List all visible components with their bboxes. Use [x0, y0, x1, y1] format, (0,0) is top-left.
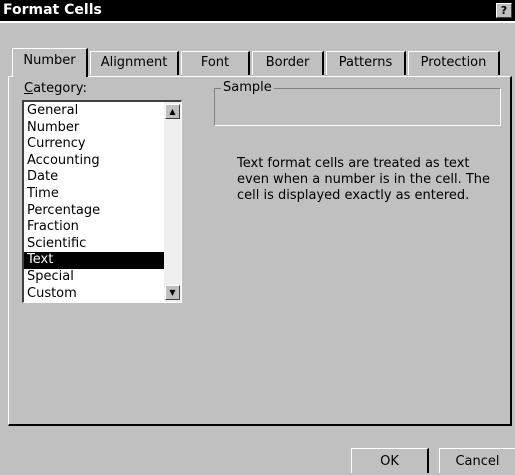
category-listbox[interactable]: General Number Currency Accounting Date … — [22, 100, 182, 303]
tab-number[interactable]: Number — [12, 48, 88, 77]
list-item-selected[interactable]: Text — [24, 252, 164, 269]
format-cells-dialog: Format Cells ? Number Alignment Font Bor… — [0, 0, 515, 473]
list-item[interactable]: Fraction — [24, 219, 164, 236]
category-label-accelerator: C — [24, 81, 34, 96]
tab-protection[interactable]: Protection — [408, 51, 500, 75]
title-divider — [0, 21, 515, 23]
cancel-button[interactable]: Cancel — [439, 448, 515, 473]
title-bar[interactable]: Format Cells ? — [0, 0, 515, 21]
tab-alignment[interactable]: Alignment — [90, 51, 179, 75]
list-item[interactable]: Accounting — [24, 153, 164, 170]
category-scrollbar[interactable]: ▲ ▼ — [164, 102, 181, 302]
help-button[interactable]: ? — [496, 3, 512, 18]
list-item[interactable]: General — [24, 103, 164, 120]
list-item[interactable]: Custom — [24, 286, 164, 302]
tab-font[interactable]: Font — [181, 51, 250, 75]
list-item[interactable]: Currency — [24, 136, 164, 153]
format-description: Text format cells are treated as text ev… — [237, 156, 491, 203]
list-item[interactable]: Percentage — [24, 203, 164, 220]
category-label-rest: ategory: — [33, 81, 87, 96]
sample-label: Sample — [221, 80, 274, 95]
list-item[interactable]: Special — [24, 269, 164, 286]
list-item[interactable]: Scientific — [24, 236, 164, 253]
scroll-up-arrow-icon[interactable]: ▲ — [165, 104, 180, 119]
dialog-title: Format Cells — [3, 2, 102, 18]
category-label: Category: — [24, 81, 87, 96]
list-item[interactable]: Time — [24, 186, 164, 203]
ok-button[interactable]: OK — [351, 448, 429, 473]
list-item[interactable]: Number — [24, 120, 164, 137]
tab-patterns[interactable]: Patterns — [326, 51, 406, 75]
category-list: General Number Currency Accounting Date … — [24, 103, 164, 302]
list-item[interactable]: Date — [24, 169, 164, 186]
tab-border[interactable]: Border — [252, 51, 324, 75]
scroll-down-arrow-icon[interactable]: ▼ — [165, 285, 180, 300]
